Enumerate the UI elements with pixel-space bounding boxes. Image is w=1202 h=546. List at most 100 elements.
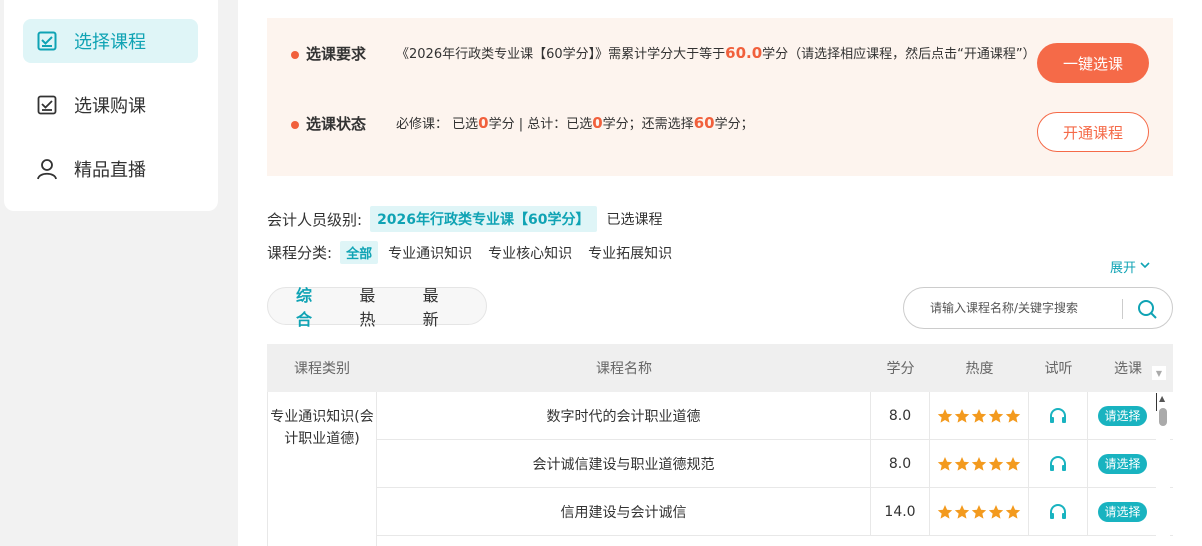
course-table: 课程类别 课程名称 学分 热度 试听 选课 ▼ 专业通识知识(会计职业道德) 数… bbox=[267, 344, 1173, 546]
course-credit: 8.0 bbox=[871, 392, 930, 439]
status-text: 必修课： 已选0学分 | 总计：已选0学分；还需选择60学分； bbox=[396, 111, 1036, 137]
user-icon bbox=[36, 158, 58, 180]
star-icon bbox=[937, 504, 953, 520]
course-type-cell: 专业通识知识(会计职业道德) bbox=[267, 392, 377, 546]
search-input[interactable] bbox=[930, 298, 1110, 318]
pick-button[interactable]: 请选择 bbox=[1098, 501, 1147, 522]
table-row: 数字时代的会计职业道德 8.0 请选择 bbox=[377, 392, 1173, 440]
selected-courses-link[interactable]: 已选课程 bbox=[607, 209, 663, 229]
sidebar-item-live[interactable]: 精品直播 bbox=[23, 147, 198, 191]
pick-cell: 请选择 bbox=[1088, 488, 1157, 535]
category-core[interactable]: 专业核心知识 bbox=[488, 243, 572, 263]
status-label: 选课状态 bbox=[306, 115, 367, 133]
star-icon bbox=[1005, 504, 1021, 520]
status-remain-suffix: 学分； bbox=[714, 117, 754, 132]
header-pick: 选课 ▼ bbox=[1088, 358, 1168, 380]
sidebar: 选择课程 选课购课 精品直播 bbox=[4, 0, 218, 211]
status-required-prefix: 必修课： 已选 bbox=[396, 117, 479, 132]
sidebar-item-label: 选择课程 bbox=[74, 32, 146, 53]
course-name: 会计诚信建设与职业道德规范 bbox=[377, 440, 871, 487]
level-filter: 会计人员级别: 2026年行政类专业课【60学分】 已选课程 bbox=[267, 206, 663, 232]
star-rating bbox=[937, 504, 1022, 520]
sidebar-item-label: 精品直播 bbox=[74, 160, 146, 181]
requirement-row: 选课要求 《2026年行政类专业课【60学分】》需累计学分大于等于60.0学分（… bbox=[291, 43, 1036, 67]
chevron-down-icon bbox=[1140, 261, 1150, 272]
pick-cell: 请选择 bbox=[1088, 440, 1157, 487]
star-icon bbox=[1005, 456, 1021, 472]
bullet-dot bbox=[291, 51, 299, 59]
sort-newest[interactable]: 最新 bbox=[423, 282, 452, 330]
requirement-text: 《2026年行政类专业课【60学分】》需累计学分大于等于60.0学分（请选择相应… bbox=[396, 41, 1036, 67]
header-listen: 试听 bbox=[1044, 361, 1073, 377]
category-all[interactable]: 全部 bbox=[340, 241, 379, 264]
course-credit: 14.0 bbox=[871, 488, 930, 535]
search-divider bbox=[1122, 299, 1123, 319]
course-heat bbox=[930, 392, 1029, 439]
pick-button[interactable]: 请选择 bbox=[1098, 453, 1147, 474]
open-course-button[interactable]: 开通课程 bbox=[1037, 112, 1149, 152]
required-credits: 60.0 bbox=[725, 44, 763, 62]
star-icon bbox=[971, 408, 987, 424]
header-name: 课程名称 bbox=[596, 361, 652, 377]
level-tag[interactable]: 2026年行政类专业课【60学分】 bbox=[370, 206, 597, 232]
checkbox-icon bbox=[36, 30, 58, 52]
course-name: 数字时代的会计职业道德 bbox=[377, 392, 871, 439]
star-icon bbox=[937, 456, 953, 472]
expand-toggle[interactable]: 展开 bbox=[1110, 257, 1150, 276]
bullet-dot bbox=[291, 121, 299, 129]
table-row: 会计诚信建设与职业道德规范 8.0 请选择 bbox=[377, 440, 1173, 488]
status-required-suffix: 学分 | 总计：已选 bbox=[488, 117, 593, 132]
scroll-thumb[interactable] bbox=[1159, 408, 1167, 426]
header-heat: 热度 bbox=[965, 361, 994, 377]
table-scrollbar[interactable]: ▲ bbox=[1156, 392, 1170, 546]
headphones-icon[interactable] bbox=[1029, 392, 1088, 439]
table-header: 课程类别 课程名称 学分 热度 试听 选课 ▼ bbox=[267, 344, 1173, 392]
table-rows: 数字时代的会计职业道德 8.0 请选择 会计诚信建设与职业道德规范 8.0 请选… bbox=[377, 392, 1173, 546]
checkbox-icon bbox=[36, 94, 58, 116]
total-selected-value: 0 bbox=[592, 114, 603, 132]
star-icon bbox=[988, 456, 1004, 472]
course-credit: 8.0 bbox=[871, 440, 930, 487]
star-icon bbox=[971, 504, 987, 520]
star-icon bbox=[954, 504, 970, 520]
star-rating bbox=[937, 456, 1022, 472]
headphones-icon[interactable] bbox=[1029, 488, 1088, 535]
star-icon bbox=[937, 408, 953, 424]
star-icon bbox=[1005, 408, 1021, 424]
search-icon[interactable] bbox=[1136, 298, 1158, 320]
category-extension[interactable]: 专业拓展知识 bbox=[588, 243, 672, 263]
sidebar-item-select-course[interactable]: 选择课程 bbox=[23, 19, 198, 63]
scroll-up-arrow-icon[interactable]: ▲ bbox=[1159, 394, 1165, 403]
category-general[interactable]: 专业通识知识 bbox=[388, 243, 472, 263]
sort-hottest[interactable]: 最热 bbox=[359, 282, 388, 330]
expand-label: 展开 bbox=[1110, 261, 1137, 276]
header-type: 课程类别 bbox=[294, 361, 350, 377]
table-row: 信用建设与会计诚信 14.0 请选择 bbox=[377, 488, 1173, 536]
main-panel: 选课要求 《2026年行政类专业课【60学分】》需累计学分大于等于60.0学分（… bbox=[238, 0, 1202, 546]
required-selected-value: 0 bbox=[478, 114, 489, 132]
course-heat bbox=[930, 440, 1029, 487]
status-row: 选课状态 必修课： 已选0学分 | 总计：已选0学分；还需选择60学分； bbox=[291, 113, 1036, 137]
requirement-label: 选课要求 bbox=[306, 45, 367, 63]
star-icon bbox=[954, 456, 970, 472]
category-label: 课程分类: bbox=[267, 244, 333, 262]
header-credit: 学分 bbox=[886, 361, 915, 377]
sidebar-item-buy-course[interactable]: 选课购课 bbox=[23, 83, 198, 127]
headphones-icon[interactable] bbox=[1029, 440, 1088, 487]
star-icon bbox=[988, 504, 1004, 520]
caret-down-icon[interactable]: ▼ bbox=[1152, 366, 1166, 380]
pick-button[interactable]: 请选择 bbox=[1098, 405, 1147, 426]
requirements-box: 选课要求 《2026年行政类专业课【60学分】》需累计学分大于等于60.0学分（… bbox=[267, 18, 1173, 176]
course-heat bbox=[930, 488, 1029, 535]
pick-cell: 请选择 bbox=[1088, 392, 1157, 439]
sidebar-item-label: 选课购课 bbox=[74, 96, 146, 117]
star-icon bbox=[988, 408, 1004, 424]
star-icon bbox=[971, 456, 987, 472]
sort-comprehensive[interactable]: 综合 bbox=[296, 282, 325, 330]
requirement-text-b: 学分（请选择相应课程，然后点击“开通课程”） bbox=[762, 47, 1036, 62]
status-total-suffix: 学分；还需选择 bbox=[602, 117, 694, 132]
one-click-select-button[interactable]: 一键选课 bbox=[1037, 43, 1149, 83]
star-rating bbox=[937, 408, 1022, 424]
table-body: 专业通识知识(会计职业道德) 数字时代的会计职业道德 8.0 请选择 会计诚信建… bbox=[267, 392, 1173, 546]
category-filter: 课程分类: 全部 专业通识知识 专业核心知识 专业拓展知识 bbox=[267, 241, 688, 264]
